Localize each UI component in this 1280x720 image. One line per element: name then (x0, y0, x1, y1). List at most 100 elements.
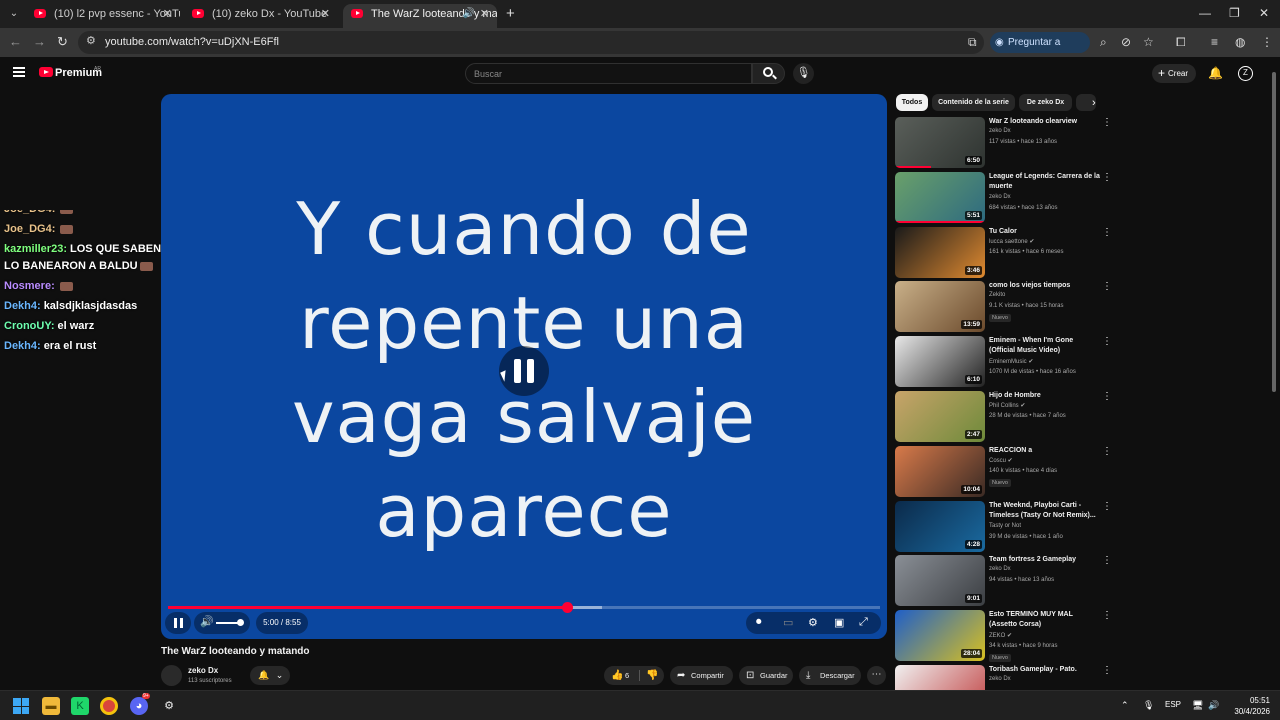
microphone-tray-icon[interactable]: 🎙 (1143, 700, 1154, 711)
recommended-video-card[interactable]: 5:51 League of Legends: Carrera de la mue… (895, 171, 1112, 224)
browser-tab-1[interactable]: (10) l2 pvp essenc - YouTube ✕ (26, 4, 180, 26)
close-tab-icon[interactable]: ✕ (321, 4, 330, 24)
settings-gear-icon[interactable]: ⚙ (808, 616, 818, 629)
language-indicator[interactable]: ESP (1165, 700, 1181, 709)
video-thumbnail[interactable]: 2:47 (895, 391, 985, 442)
theater-mode-icon[interactable]: ▣ (834, 616, 844, 629)
recommended-video-card[interactable]: 9:01 Team fortress 2 Gameplay zeko Dx 94 vi… (895, 555, 1112, 607)
page-scrollbar[interactable] (1271, 62, 1277, 690)
more-options-icon[interactable]: ⋮ (1102, 446, 1112, 457)
close-tab-icon[interactable]: ✕ (480, 4, 489, 24)
bookmark-star-icon[interactable]: ☆ (1143, 35, 1154, 49)
recommended-channel-name[interactable]: zeko Dx (989, 128, 1011, 134)
site-info-icon[interactable]: ⚙ (86, 34, 96, 47)
channel-avatar[interactable] (161, 665, 182, 686)
scrollbar-thumb[interactable] (1272, 72, 1276, 392)
kick-app-icon[interactable]: K (71, 697, 89, 715)
file-explorer-icon[interactable]: ▬ (42, 697, 60, 715)
recommended-video-card[interactable]: 2:47 Hijo de Hombre Phil Collins ✔ 28 M de … (895, 391, 1112, 443)
channel-name[interactable]: zeko Dx (188, 666, 218, 675)
chevron-right-icon[interactable]: › (1092, 97, 1096, 109)
reading-list-icon[interactable]: ≡ (1211, 35, 1218, 49)
volume-icon[interactable]: 🔊 (200, 615, 214, 628)
more-options-icon[interactable]: ⋮ (1102, 665, 1112, 676)
progress-bar[interactable] (168, 602, 880, 613)
browser-tab-3-active[interactable]: The WarZ looteando y mata 🔊 ✕ (343, 4, 497, 28)
recommended-video-card[interactable]: 13:59 como los viejos tiempos Zekito 9.1 K … (895, 281, 1112, 333)
more-options-icon[interactable]: ⋮ (1102, 610, 1112, 621)
tab-search-button[interactable]: ⌄ (6, 6, 22, 22)
recommended-video-title[interactable]: War Z looteando clearview (989, 117, 1101, 127)
account-avatar[interactable]: Z (1238, 66, 1253, 81)
steam-icon[interactable]: ⚙ (160, 697, 178, 715)
recommended-video-title[interactable]: Team fortress 2 Gameplay (989, 555, 1101, 565)
minimize-icon[interactable]: — (1199, 6, 1211, 20)
close-window-icon[interactable]: ✕ (1259, 6, 1269, 20)
recommended-channel-name[interactable]: zeko Dx (989, 194, 1011, 200)
more-options-icon[interactable]: ⋮ (1102, 172, 1112, 183)
extensions-icon[interactable]: ⧠ (1176, 35, 1186, 50)
network-icon[interactable]: 🖥 (1192, 700, 1203, 711)
volume-tray-icon[interactable]: 🔊 (1208, 700, 1219, 711)
tray-overflow-icon[interactable]: ⌃ (1121, 700, 1129, 711)
more-options-icon[interactable]: ⋮ (1102, 281, 1112, 292)
recommended-video-title[interactable]: como los viejos tiempos (989, 281, 1101, 291)
close-tab-icon[interactable]: ✕ (163, 4, 172, 24)
recommended-channel-name[interactable]: EminemMusic ✔ (989, 358, 1033, 365)
volume-control[interactable]: 🔊 (194, 612, 250, 634)
recommended-video-title[interactable]: Hijo de Hombre (989, 391, 1101, 401)
recommended-channel-name[interactable]: Coscu ✔ (989, 457, 1013, 464)
search-button[interactable] (752, 63, 785, 84)
eye-off-icon[interactable]: ⊘ (1121, 35, 1131, 49)
thumbs-up-icon[interactable]: 👍 (611, 666, 623, 685)
video-thumbnail[interactable]: 5:51 (895, 171, 985, 223)
more-options-icon[interactable]: ⋮ (1102, 391, 1112, 402)
thumbs-down-icon[interactable]: 👎 (646, 666, 658, 685)
chrome-icon[interactable] (100, 697, 118, 715)
reload-icon[interactable]: ↻ (57, 34, 68, 50)
more-options-icon[interactable]: ⋮ (1102, 227, 1112, 238)
recommended-video-title[interactable]: Esto TERMINÓ MUY MAL (Assetto Corsa) (989, 610, 1101, 630)
recommended-video-card[interactable]: 28:04 Esto TERMINÓ MUY MAL (Assetto Corsa… (895, 610, 1112, 663)
voice-search-icon[interactable]: 🎙 (793, 63, 814, 84)
subscription-bell-button[interactable]: 🔔 ⌄ (250, 666, 290, 685)
scrubber-knob[interactable] (562, 602, 574, 613)
video-thumbnail[interactable]: 10:04 (895, 445, 985, 497)
notifications-bell-icon[interactable]: 🔔 (1208, 66, 1223, 80)
recommended-video-title[interactable]: League of Legends: Carrera de la muerte (989, 172, 1101, 192)
recommended-video-title[interactable]: The Weeknd, Playboi Carti - Timeless (Ta… (989, 501, 1101, 521)
pause-overlay-icon[interactable] (499, 346, 549, 396)
share-button[interactable]: ➦ Compartir (670, 666, 733, 685)
forward-icon[interactable]: → (33, 34, 46, 49)
tab-audio-icon[interactable]: 🔊 (463, 4, 475, 24)
restore-icon[interactable]: ❐ (1229, 6, 1240, 20)
video-thumbnail[interactable]: 6:50 (895, 117, 985, 168)
like-count[interactable]: 6 (625, 671, 629, 680)
video-thumbnail[interactable]: 13:59 (895, 281, 985, 333)
more-options-icon[interactable]: ⋮ (1102, 555, 1112, 566)
address-bar[interactable]: ⚙ youtube.com/watch?v=uDjXN-E6Ffl (78, 31, 984, 54)
system-clock[interactable]: 05:51 30/4/2026 (1226, 695, 1270, 717)
chip-series[interactable]: Contenido de la serie (932, 94, 1015, 111)
recommended-video-title[interactable]: Tu Calor (989, 227, 1101, 237)
pause-button[interactable] (165, 612, 191, 634)
recommended-channel-name[interactable]: Tasty or Not (989, 523, 1021, 529)
profile-icon[interactable]: ◍ (1235, 35, 1245, 49)
more-options-icon[interactable]: ⋮ (1102, 336, 1112, 347)
ask-google-button[interactable]: ◉ Preguntar a Google (990, 32, 1090, 69)
cast-icon[interactable]: ⧉ (968, 35, 977, 50)
download-button[interactable]: ⤓ Descargar (799, 666, 861, 685)
chip-todos[interactable]: Todos (896, 94, 928, 111)
new-tab-button[interactable]: + (506, 5, 515, 22)
recommended-video-card[interactable]: 10:04 REACCION a Coscu ✔ 140 k vistas • hac… (895, 445, 1112, 498)
video-thumbnail[interactable]: 6:10 (895, 336, 985, 388)
recommended-channel-name[interactable]: ZEKO ✔ (989, 632, 1012, 639)
video-thumbnail[interactable]: 9:01 (895, 555, 985, 607)
recommended-video-card[interactable]: 6:50 War Z looteando clearview zeko Dx 117 … (895, 117, 1112, 169)
video-thumbnail[interactable]: 4:28 (895, 500, 985, 552)
more-actions-button[interactable]: ⋯ (867, 666, 886, 685)
discord-icon[interactable]: ◕ (130, 697, 148, 715)
save-button[interactable]: ⊡ Guardar (739, 666, 793, 685)
recommended-video-card[interactable]: 6:10 Eminem - When I'm Gone (Official Mus… (895, 336, 1112, 388)
youtube-logo-icon[interactable] (39, 67, 53, 77)
